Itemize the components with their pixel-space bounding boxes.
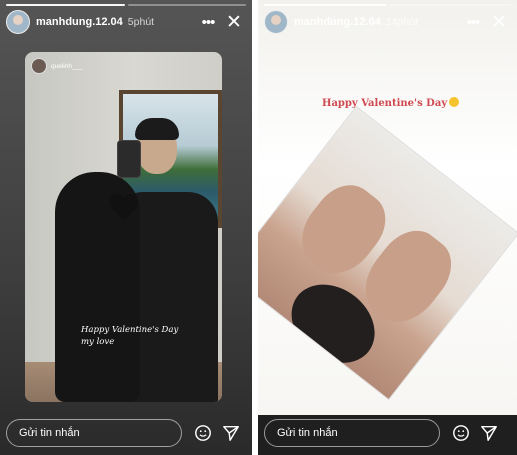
story-progress-bar <box>6 4 246 6</box>
mention-username: quelinh___ <box>51 62 83 70</box>
post-time: 14phút <box>385 16 418 28</box>
story-panel-2[interactable]: manhdung.12.04 14phút ••• ✕ Happy Valent… <box>258 0 517 455</box>
close-icon[interactable]: ✕ <box>489 11 509 34</box>
send-icon[interactable] <box>480 424 498 442</box>
send-icon[interactable] <box>222 424 240 442</box>
story-progress-bar <box>264 4 511 6</box>
avatar[interactable] <box>264 10 288 34</box>
caption-line-2: my love <box>81 337 115 347</box>
progress-segment <box>6 4 125 6</box>
black-heart-icon <box>109 193 139 221</box>
caption-line-1: Happy Valentine's Day <box>81 325 179 335</box>
sticker-icon[interactable] <box>194 424 212 442</box>
phone-icon <box>117 140 141 178</box>
story-panel-1[interactable]: manhdung.12.04 5phút ••• ✕ quelinh___ Ha… <box>0 0 252 455</box>
grinning-emoji-icon <box>449 97 460 107</box>
reply-bar: Gửi tin nhắn <box>0 415 252 455</box>
post-time: 5phút <box>127 16 155 28</box>
headline: Happy Valentine's Day <box>322 97 460 109</box>
headline-text: Happy Valentine's Day <box>322 98 448 109</box>
story-header: manhdung.12.04 14phút ••• ✕ <box>264 10 509 34</box>
avatar[interactable] <box>6 10 30 34</box>
story-photo: quelinh___ Happy Valentine's Day my love <box>25 52 222 402</box>
message-input[interactable]: Gửi tin nhắn <box>6 419 182 447</box>
more-icon[interactable]: ••• <box>463 14 483 31</box>
username[interactable]: manhdung.12.04 <box>294 16 381 28</box>
message-input[interactable]: Gửi tin nhắn <box>264 419 440 447</box>
username[interactable]: manhdung.12.04 <box>36 16 123 28</box>
story-caption: Happy Valentine's Day my love <box>81 324 201 348</box>
person-hair <box>135 118 179 140</box>
mention-avatar <box>31 58 47 74</box>
mention-tag[interactable]: quelinh___ <box>31 58 83 74</box>
more-icon[interactable]: ••• <box>198 14 218 31</box>
progress-segment <box>127 4 246 6</box>
reply-bar: Gửi tin nhắn <box>258 415 517 455</box>
progress-segment <box>264 4 386 6</box>
close-icon[interactable]: ✕ <box>224 11 244 34</box>
progress-segment <box>389 4 511 6</box>
sticker-icon[interactable] <box>452 424 470 442</box>
story-header: manhdung.12.04 5phút ••• ✕ <box>6 10 244 34</box>
